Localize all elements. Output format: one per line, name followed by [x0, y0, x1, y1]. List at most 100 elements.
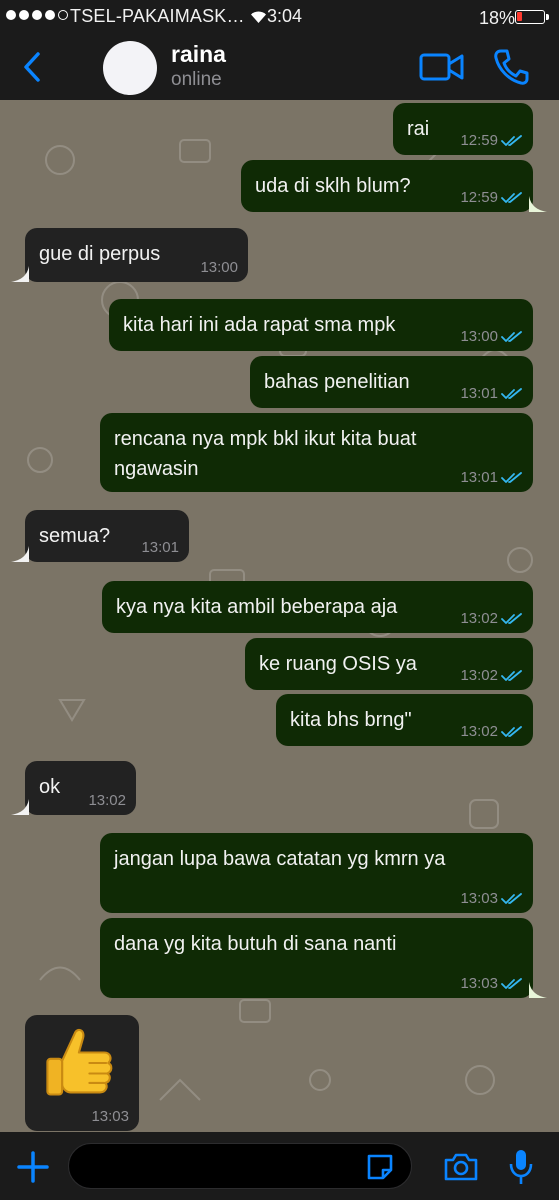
message-text-line: jangan lupa bawa catatan yg kmrn ya [114, 848, 446, 870]
message-text: bahas penelitian [264, 367, 410, 397]
clock: 3:04 [267, 6, 303, 26]
message-text-line: semua? [39, 525, 111, 547]
composer-bar [0, 1132, 559, 1200]
bubble-tail [11, 799, 29, 815]
message-meta: 13:01 [460, 469, 523, 486]
message-text: dana yg kita butuh di sana nanti [114, 929, 396, 959]
thumbs-up-icon [46, 1028, 113, 1096]
message-text-line: rai [407, 118, 430, 140]
battery-percent: 18% [479, 8, 516, 28]
microphone-icon[interactable] [508, 1148, 534, 1186]
bubble-tail [11, 266, 29, 282]
message-text: kya nya kita ambil beberapa aja [116, 592, 397, 622]
message-text-line: ok [39, 776, 61, 798]
read-ticks-icon [501, 977, 522, 989]
message-time: 13:00 [200, 259, 238, 276]
message-time: 13:03 [460, 975, 498, 992]
message-text: rencana nya mpk bkl ikut kita buat ngawas… [114, 424, 416, 484]
incoming-message[interactable]: semua? 13:01 [25, 510, 189, 562]
message-text: kita bhs brng" [290, 705, 412, 735]
message-text: semua? [39, 521, 110, 551]
outgoing-message[interactable]: dana yg kita butuh di sana nanti 13:03 [100, 918, 533, 998]
message-text-line: ke ruang OSIS ya [259, 653, 417, 675]
message-time: 12:59 [460, 189, 498, 206]
message-meta: 13:01 [141, 539, 179, 556]
battery-icon [515, 10, 545, 24]
outgoing-message[interactable]: jangan lupa bawa catatan yg kmrn ya 13:03 [100, 833, 533, 913]
message-text-line: kita bhs brng" [290, 709, 412, 731]
chat-header: raina online [0, 32, 559, 100]
message-time: 13:01 [460, 385, 498, 402]
message-meta: 13:02 [460, 667, 523, 684]
camera-icon[interactable] [443, 1152, 479, 1182]
read-ticks-icon [501, 134, 522, 146]
message-text-line: uda di sklh blum? [255, 175, 411, 197]
bubble-tail [529, 196, 547, 212]
message-meta: 13:03 [91, 1108, 129, 1125]
message-text-line: dana yg kita butuh di sana nanti [114, 933, 397, 955]
message-time: 13:03 [460, 890, 498, 907]
message-meta: 13:02 [460, 723, 523, 740]
video-camera-icon[interactable] [419, 50, 465, 84]
message-text: ke ruang OSIS ya [259, 649, 417, 679]
outgoing-message[interactable]: kita bhs brng" 13:02 [276, 694, 533, 746]
outgoing-message[interactable]: kita hari ini ada rapat sma mpk 13:00 [109, 299, 533, 351]
message-text: jangan lupa bawa catatan yg kmrn ya [114, 844, 445, 874]
read-ticks-icon [501, 191, 522, 203]
carrier-name: TSEL-PAKAIMASK… [70, 6, 245, 26]
read-ticks-icon [501, 725, 522, 737]
message-text: kita hari ini ada rapat sma mpk [123, 310, 395, 340]
message-text: ok [39, 772, 60, 802]
message-text: rai [407, 114, 429, 144]
bubble-tail [529, 982, 547, 998]
outgoing-message[interactable]: kya nya kita ambil beberapa aja 13:02 [102, 581, 533, 633]
contact-name[interactable]: raina [171, 41, 226, 68]
message-meta: 13:03 [460, 975, 523, 992]
message-meta: 13:00 [460, 328, 523, 345]
read-ticks-icon [501, 612, 522, 624]
incoming-message[interactable]: ok 13:02 [25, 761, 136, 815]
plus-icon[interactable] [16, 1150, 50, 1184]
message-meta: 13:01 [460, 385, 523, 402]
message-meta: 12:59 [460, 132, 523, 149]
outgoing-message[interactable]: uda di sklh blum? 12:59 [241, 160, 533, 212]
message-meta: 13:03 [460, 890, 523, 907]
message-text-line: kya nya kita ambil beberapa aja [116, 596, 398, 618]
message-time: 13:02 [88, 792, 126, 809]
message-meta: 13:00 [200, 259, 238, 276]
incoming-message[interactable]: gue di perpus 13:00 [25, 228, 248, 282]
signal-dots-icon [6, 10, 68, 20]
outgoing-message[interactable]: rai 12:59 [393, 103, 533, 155]
message-text-line: gue di perpus [39, 243, 161, 265]
outgoing-message[interactable]: ke ruang OSIS ya 13:02 [245, 638, 533, 690]
outgoing-message[interactable]: rencana nya mpk bkl ikut kita buat ngawas… [100, 413, 533, 492]
message-text: uda di sklh blum? [255, 171, 411, 201]
message-time: 13:00 [460, 328, 498, 345]
read-ticks-icon [501, 669, 522, 681]
presence-status: online [171, 69, 222, 90]
avatar[interactable] [103, 41, 157, 95]
message-meta: 12:59 [460, 189, 523, 206]
message-time: 13:02 [460, 667, 498, 684]
message-text-line: kita hari ini ada rapat sma mpk [123, 314, 396, 336]
read-ticks-icon [501, 471, 522, 483]
read-ticks-icon [501, 387, 522, 399]
wifi-icon [251, 11, 266, 23]
message-meta: 13:02 [88, 792, 126, 809]
message-time: 12:59 [460, 132, 498, 149]
sticker-icon[interactable] [365, 1152, 395, 1182]
message-time: 13:02 [460, 610, 498, 627]
message-text-line: rencana nya mpk bkl ikut kita buat [114, 428, 417, 450]
message-time: 13:02 [460, 723, 498, 740]
message-time: 13:01 [141, 539, 179, 556]
incoming-message[interactable]: 13:03 [25, 1015, 139, 1131]
message-time: 13:03 [91, 1108, 129, 1125]
message-list[interactable]: rai 12:59 uda di sklh blum? 12:59 gue di per… [0, 100, 559, 1132]
message-text-line: ngawasin [114, 458, 199, 480]
outgoing-message[interactable]: bahas penelitian 13:01 [250, 356, 533, 408]
phone-icon[interactable] [493, 48, 529, 86]
bubble-tail [11, 546, 29, 562]
message-input[interactable] [68, 1143, 412, 1189]
chevron-left-icon[interactable] [20, 50, 46, 84]
message-text: gue di perpus [39, 239, 160, 269]
